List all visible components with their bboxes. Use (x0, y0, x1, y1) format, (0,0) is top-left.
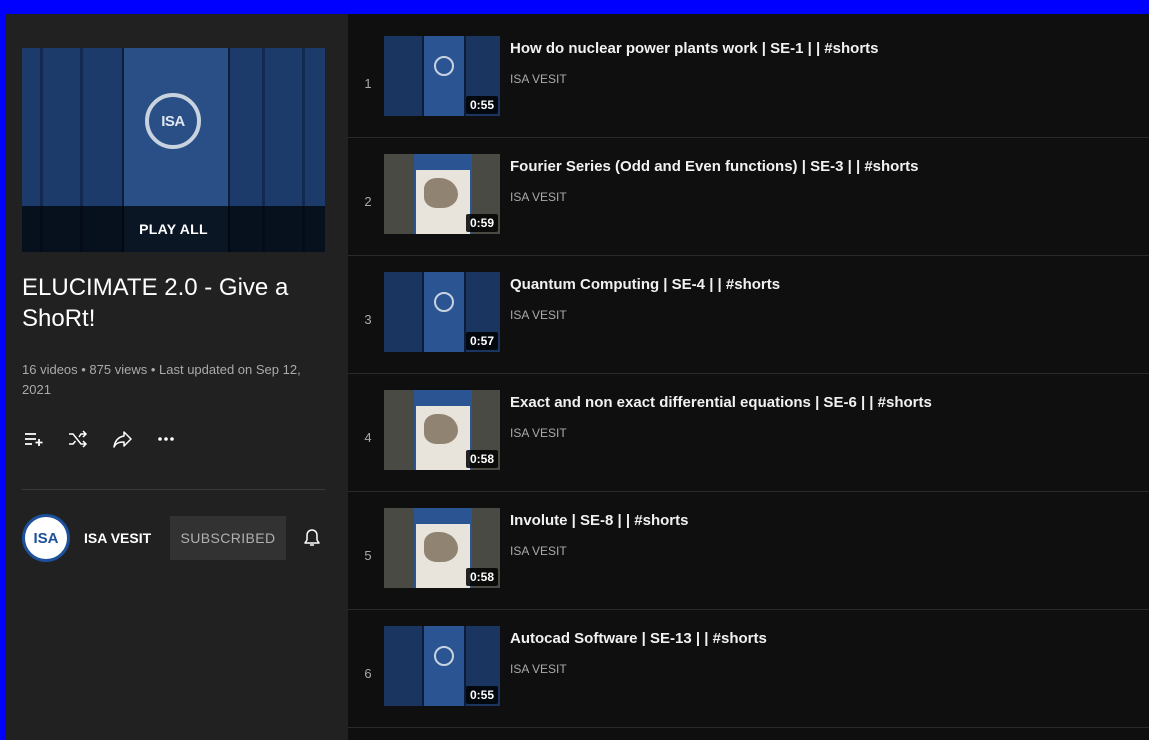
avatar-text: ISA (33, 529, 59, 547)
video-thumbnail[interactable]: 0:55 (384, 626, 500, 706)
video-channel[interactable]: ISA VESIT (510, 544, 567, 558)
subscribed-label: SUBSCRIBED (180, 530, 276, 546)
playlist-page: ISA PLAY ALL ELUCIMATE 2.0 - Give a ShoR… (6, 14, 1149, 740)
thumbnail-banner (414, 390, 472, 406)
playlist-video-row[interactable]: 4 0:58 Exact and non exact differential eq… (348, 374, 1149, 492)
video-channel[interactable]: ISA VESIT (510, 308, 567, 322)
thumbnail-hand-image (424, 532, 458, 562)
thumbnail-panel (422, 36, 466, 116)
playlist-stats: 16 videos • 875 views • Last updated on … (22, 362, 301, 397)
video-index: 4 (364, 430, 372, 445)
channel-name[interactable]: ISA VESIT (84, 530, 170, 546)
video-channel[interactable]: ISA VESIT (510, 426, 567, 440)
video-thumbnail[interactable]: 0:55 (384, 36, 500, 116)
video-title[interactable]: Autocad Software | SE-13 | | #shorts (510, 630, 767, 647)
channel-avatar[interactable]: ISA (22, 514, 70, 562)
video-channel[interactable]: ISA VESIT (510, 662, 567, 676)
video-thumbnail[interactable]: 0:57 (384, 272, 500, 352)
add-to-queue-icon[interactable] (22, 427, 46, 451)
playlist-thumbnail[interactable]: ISA PLAY ALL (22, 48, 325, 252)
video-thumbnail[interactable]: 0:58 (384, 390, 500, 470)
video-duration: 0:58 (465, 450, 498, 468)
playlist-video-row[interactable]: 2 0:59 Fourier Series (Odd and Even functi… (348, 138, 1149, 256)
playlist-title: ELUCIMATE 2.0 - Give a ShoRt! (22, 274, 289, 332)
video-thumbnail[interactable]: 0:58 (384, 508, 500, 588)
playlist-video-row[interactable]: 3 0:57 Quantum Computing | SE-4 | | #short… (348, 256, 1149, 374)
logo-text: ISA (161, 112, 185, 130)
thumbnail-banner (414, 154, 472, 170)
thumbnail-panel (422, 626, 466, 706)
video-duration: 0:57 (465, 332, 498, 350)
playlist-video-row[interactable]: 6 0:55 Autocad Software | SE-13 | | #short… (348, 610, 1149, 728)
playlist-sidebar: ISA PLAY ALL ELUCIMATE 2.0 - Give a ShoR… (6, 14, 348, 740)
playlist-video-row[interactable]: 5 0:58 Involute | SE-8 | | #shorts ISA VESI… (348, 492, 1149, 610)
video-duration: 0:58 (465, 568, 498, 586)
isa-logo-icon: ISA (145, 93, 201, 149)
isa-logo-icon (434, 292, 454, 312)
video-duration: 0:55 (465, 96, 498, 114)
video-title[interactable]: Exact and non exact differential equatio… (510, 394, 932, 411)
notification-bell-icon[interactable] (300, 526, 324, 550)
playlist-video-row[interactable]: 1 0:55 How do nuclear power plants work | … (348, 20, 1149, 138)
sidebar-divider (22, 489, 325, 490)
video-duration: 0:55 (465, 686, 498, 704)
playlist-actions (22, 424, 198, 454)
thumbnail-panel (422, 272, 466, 352)
isa-logo-icon (434, 646, 454, 666)
playlist-owner: ISA ISA VESIT SUBSCRIBED (22, 510, 324, 566)
video-thumbnail[interactable]: 0:59 (384, 154, 500, 234)
isa-logo-icon (434, 56, 454, 76)
video-index: 1 (364, 76, 372, 91)
video-index: 5 (364, 548, 372, 563)
thumbnail-hand-image (424, 178, 458, 208)
video-index: 2 (364, 194, 372, 209)
video-title[interactable]: Quantum Computing | SE-4 | | #shorts (510, 276, 780, 293)
video-title[interactable]: Involute | SE-8 | | #shorts (510, 512, 688, 529)
video-channel[interactable]: ISA VESIT (510, 190, 567, 204)
thumbnail-banner (414, 508, 472, 524)
thumbnail-hand-image (424, 414, 458, 444)
playlist-video-list: 1 0:55 How do nuclear power plants work | … (348, 14, 1149, 740)
share-icon[interactable] (110, 427, 134, 451)
video-channel[interactable]: ISA VESIT (510, 72, 567, 86)
video-title[interactable]: How do nuclear power plants work | SE-1 … (510, 40, 879, 57)
shuffle-icon[interactable] (66, 427, 90, 451)
video-duration: 0:59 (465, 214, 498, 232)
play-all-label: PLAY ALL (139, 221, 208, 237)
video-index: 6 (364, 666, 372, 681)
video-title[interactable]: Fourier Series (Odd and Even functions) … (510, 158, 919, 175)
video-index: 3 (364, 312, 372, 327)
play-all-button[interactable]: PLAY ALL (22, 206, 325, 252)
subscribed-button[interactable]: SUBSCRIBED (170, 516, 286, 560)
more-icon[interactable] (154, 427, 178, 451)
